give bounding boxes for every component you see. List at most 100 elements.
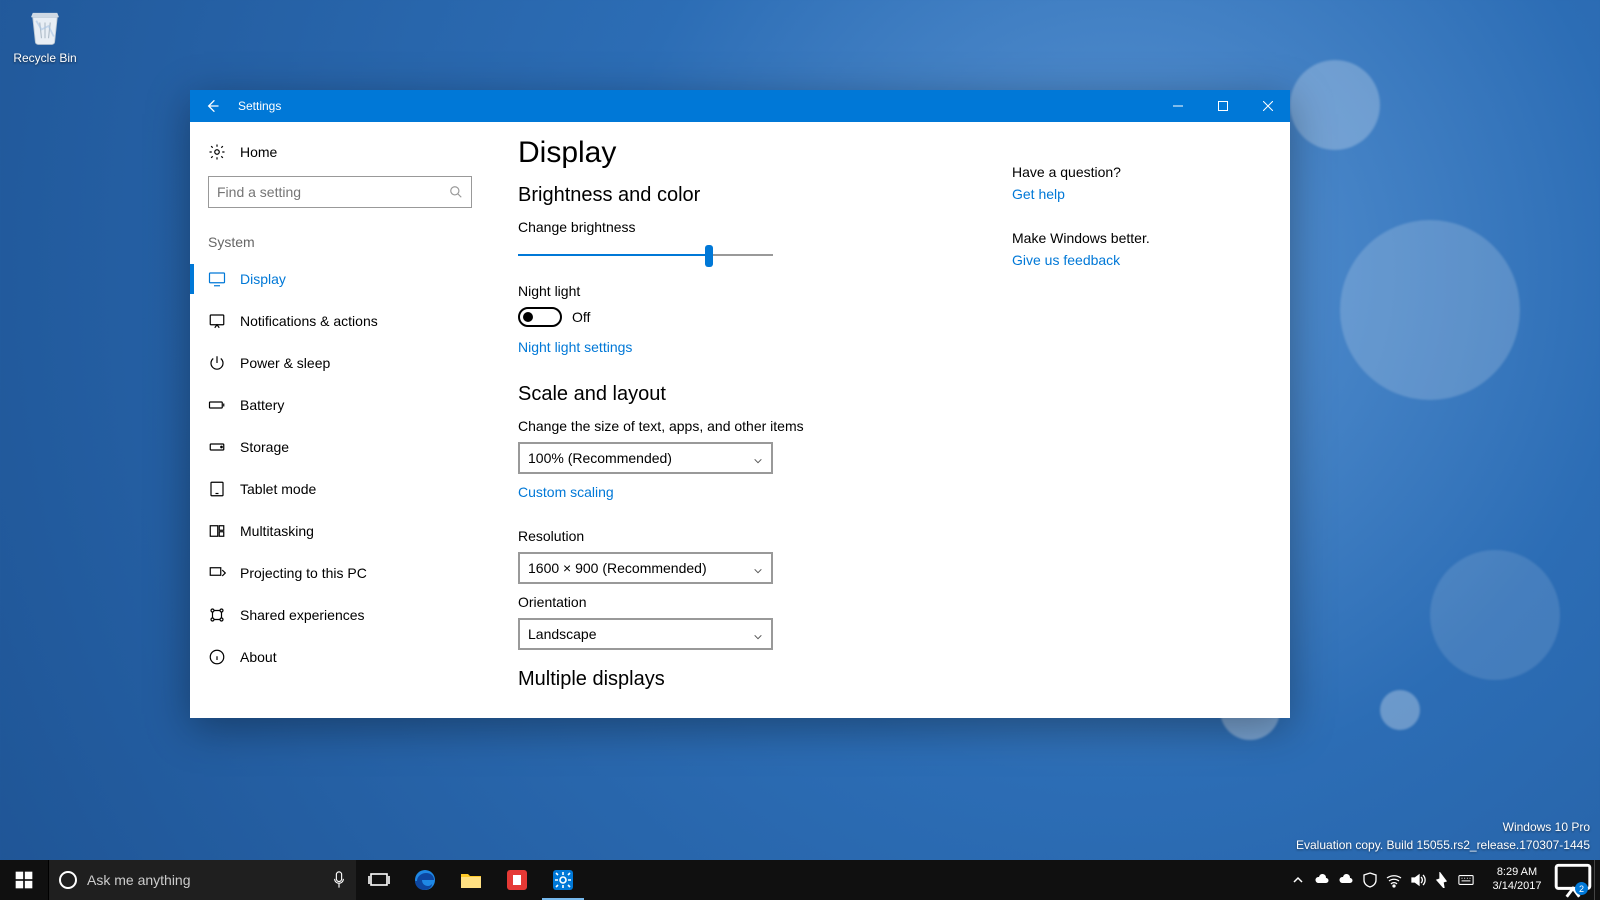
night-light-state: Off [572, 309, 590, 325]
brightness-label: Change brightness [518, 219, 1012, 235]
taskbar-app-settings[interactable] [540, 860, 586, 900]
cortana-icon [59, 871, 77, 889]
orientation-label: Orientation [518, 594, 1012, 610]
resolution-label: Resolution [518, 528, 1012, 544]
taskbar-app-explorer[interactable] [448, 860, 494, 900]
sidebar-item-about[interactable]: About [190, 636, 490, 678]
sidebar: Home System Display Notifications & acti… [190, 122, 490, 718]
tray-cloud-icon[interactable] [1334, 860, 1358, 900]
taskbar-app-edge[interactable] [402, 860, 448, 900]
minimize-button[interactable] [1155, 90, 1200, 122]
tray-overflow-button[interactable] [1286, 860, 1310, 900]
sidebar-item-label: Shared experiences [240, 607, 365, 623]
sidebar-item-label: Power & sleep [240, 355, 330, 371]
watermark-build: Evaluation copy. Build 15055.rs2_release… [1296, 836, 1590, 854]
tray-volume-icon[interactable] [1406, 860, 1430, 900]
taskbar-app-recorder[interactable] [494, 860, 540, 900]
action-center-button[interactable]: 2 [1552, 860, 1594, 900]
sidebar-item-label: Battery [240, 397, 284, 413]
scale-value: 100% (Recommended) [528, 450, 672, 466]
sidebar-item-label: About [240, 649, 277, 665]
bokeh-circle [1430, 550, 1560, 680]
storage-icon [208, 438, 226, 456]
chevron-down-icon [753, 629, 763, 639]
info-icon [208, 648, 226, 666]
tray-keyboard-icon[interactable] [1454, 860, 1478, 900]
brightness-slider[interactable] [518, 243, 773, 267]
clock-time: 8:29 AM [1497, 866, 1537, 880]
taskbar-clock[interactable]: 8:29 AM 3/14/2017 [1482, 860, 1552, 900]
night-light-toggle[interactable] [518, 307, 562, 327]
sidebar-item-label: Storage [240, 439, 289, 455]
tray-onedrive-icon[interactable] [1310, 860, 1334, 900]
close-button[interactable] [1245, 90, 1290, 122]
window-title: Settings [234, 99, 281, 113]
sidebar-item-display[interactable]: Display [190, 258, 490, 300]
system-tray [1286, 860, 1482, 900]
search-input[interactable] [208, 176, 472, 208]
section-brightness: Brightness and color [518, 184, 1012, 207]
monitor-icon [208, 270, 226, 288]
titlebar[interactable]: Settings [190, 90, 1290, 122]
recycle-bin-icon [24, 5, 66, 47]
sidebar-item-projecting[interactable]: Projecting to this PC [190, 552, 490, 594]
scale-dropdown[interactable]: 100% (Recommended) [518, 442, 773, 474]
sidebar-item-storage[interactable]: Storage [190, 426, 490, 468]
task-view-button[interactable] [356, 860, 402, 900]
home-label: Home [240, 144, 277, 160]
slider-fill [518, 254, 709, 256]
tray-network-icon[interactable] [1382, 860, 1406, 900]
slider-thumb[interactable] [705, 245, 713, 267]
night-light-settings-link[interactable]: Night light settings [518, 339, 632, 355]
show-desktop-button[interactable] [1594, 860, 1600, 900]
scale-label: Change the size of text, apps, and other… [518, 418, 1012, 434]
sidebar-item-multitasking[interactable]: Multitasking [190, 510, 490, 552]
sidebar-item-tablet[interactable]: Tablet mode [190, 468, 490, 510]
tablet-icon [208, 480, 226, 498]
orientation-value: Landscape [528, 626, 597, 642]
give-feedback-link[interactable]: Give us feedback [1012, 252, 1120, 268]
sidebar-item-power[interactable]: Power & sleep [190, 342, 490, 384]
tray-power-icon[interactable] [1430, 860, 1454, 900]
microphone-icon[interactable] [332, 871, 346, 889]
orientation-dropdown[interactable]: Landscape [518, 618, 773, 650]
sidebar-item-label: Display [240, 271, 286, 287]
maximize-button[interactable] [1200, 90, 1245, 122]
desktop-icon-recycle-bin[interactable]: Recycle Bin [10, 5, 80, 65]
sidebar-item-shared[interactable]: Shared experiences [190, 594, 490, 636]
multitasking-icon [208, 522, 226, 540]
page-title: Display [518, 136, 1012, 170]
sidebar-item-battery[interactable]: Battery [190, 384, 490, 426]
sidebar-item-label: Tablet mode [240, 481, 316, 497]
section-multiple-displays: Multiple displays [518, 668, 1012, 691]
projecting-icon [208, 564, 226, 582]
custom-scaling-link[interactable]: Custom scaling [518, 484, 614, 500]
resolution-dropdown[interactable]: 1600 × 900 (Recommended) [518, 552, 773, 584]
sidebar-item-label: Notifications & actions [240, 313, 378, 329]
cortana-search[interactable]: Ask me anything [48, 860, 356, 900]
start-button[interactable] [0, 860, 48, 900]
home-button[interactable]: Home [190, 132, 490, 172]
cortana-placeholder: Ask me anything [87, 872, 332, 888]
clock-date: 3/14/2017 [1493, 880, 1542, 894]
bokeh-circle [1290, 60, 1380, 150]
tray-defender-icon[interactable] [1358, 860, 1382, 900]
bokeh-circle [1380, 690, 1420, 730]
chevron-down-icon [753, 563, 763, 573]
bokeh-circle [1340, 220, 1520, 400]
get-help-link[interactable]: Get help [1012, 186, 1065, 202]
sidebar-category: System [190, 220, 490, 258]
sidebar-item-label: Multitasking [240, 523, 314, 539]
shared-icon [208, 606, 226, 624]
notification-icon [208, 312, 226, 330]
section-scale: Scale and layout [518, 383, 1012, 406]
desktop-icon-label: Recycle Bin [13, 51, 76, 65]
sidebar-item-notifications[interactable]: Notifications & actions [190, 300, 490, 342]
search-field[interactable] [217, 184, 449, 200]
feedback-heading: Make Windows better. [1012, 230, 1262, 246]
resolution-value: 1600 × 900 (Recommended) [528, 560, 707, 576]
back-button[interactable] [190, 90, 234, 122]
toggle-knob [523, 312, 533, 322]
desktop-watermark: Windows 10 Pro Evaluation copy. Build 15… [1296, 818, 1590, 854]
sidebar-item-label: Projecting to this PC [240, 565, 367, 581]
